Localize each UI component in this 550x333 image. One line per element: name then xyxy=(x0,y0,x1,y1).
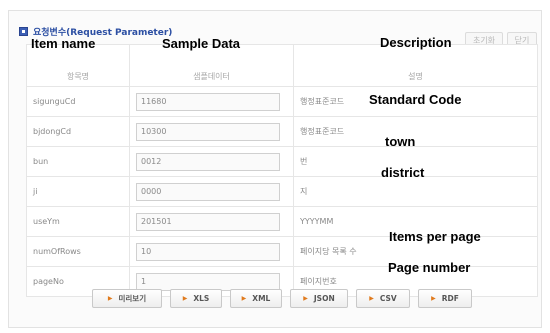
preview-button-label: 미리보기 xyxy=(118,294,147,303)
param-name: useYm xyxy=(26,206,130,237)
export-button-bar: ▶ 미리보기 ▶ XLS ▶ XML ▶ JSON ▶ CSV ▶ RDF xyxy=(92,289,480,308)
arrow-right-icon: ▶ xyxy=(303,295,308,302)
annotation-town: town xyxy=(385,134,416,149)
xml-button[interactable]: ▶ XML xyxy=(230,289,282,308)
table-row: bun 번 xyxy=(26,146,538,177)
xls-button-label: XLS xyxy=(193,294,210,303)
arrow-right-icon: ▶ xyxy=(241,295,247,302)
param-value-input[interactable] xyxy=(136,182,280,201)
param-value-input[interactable] xyxy=(136,92,280,111)
arrow-right-icon: ▶ xyxy=(431,295,436,302)
preview-button[interactable]: ▶ 미리보기 xyxy=(92,289,162,308)
param-value-input[interactable] xyxy=(136,242,280,261)
json-button-label: JSON xyxy=(313,294,335,303)
param-description: 지 xyxy=(293,176,538,207)
arrow-right-icon: ▶ xyxy=(369,295,374,302)
param-value-input[interactable] xyxy=(136,212,280,231)
param-name: bjdongCd xyxy=(26,116,130,147)
param-value-input[interactable] xyxy=(136,122,280,141)
csv-button-label: CSV xyxy=(379,294,397,303)
column-header-description: 설명 xyxy=(293,44,538,87)
annotation-sample-data: Sample Data xyxy=(162,36,241,51)
csv-button[interactable]: ▶ CSV xyxy=(356,289,410,308)
annotation-description: Description xyxy=(380,35,452,50)
arrow-right-icon: ▶ xyxy=(182,295,188,302)
request-parameter-panel: 요청변수(Request Parameter) 초기화 닫기 항목명 샘플데이터… xyxy=(8,10,542,328)
param-description: 행정표준코드 xyxy=(293,116,538,147)
json-button[interactable]: ▶ JSON xyxy=(290,289,348,308)
table-row: ji 지 xyxy=(26,176,538,207)
param-name: sigunguCd xyxy=(26,86,130,117)
table-header-row: 항목명 샘플데이터 설명 xyxy=(26,44,538,87)
param-name: ji xyxy=(26,176,130,207)
annotation-standard-code: Standard Code xyxy=(369,92,462,107)
annotation-page-number: Page number xyxy=(388,260,471,275)
param-name: bun xyxy=(26,146,130,177)
rdf-button[interactable]: ▶ RDF xyxy=(418,289,472,308)
section-icon xyxy=(19,26,28,36)
arrow-right-icon: ▶ xyxy=(107,295,113,302)
annotation-items-per-page: Items per page xyxy=(389,229,481,244)
param-value-input[interactable] xyxy=(136,272,280,291)
annotation-district: district xyxy=(381,165,425,180)
xls-button[interactable]: ▶ XLS xyxy=(170,289,222,308)
rdf-button-label: RDF xyxy=(441,294,459,303)
table-row: bjdongCd 행정표준코드 xyxy=(26,116,538,147)
param-value-input[interactable] xyxy=(136,152,280,171)
annotation-item-name: Item name xyxy=(31,36,96,51)
xml-button-label: XML xyxy=(252,294,271,303)
param-name: numOfRows xyxy=(26,236,130,267)
